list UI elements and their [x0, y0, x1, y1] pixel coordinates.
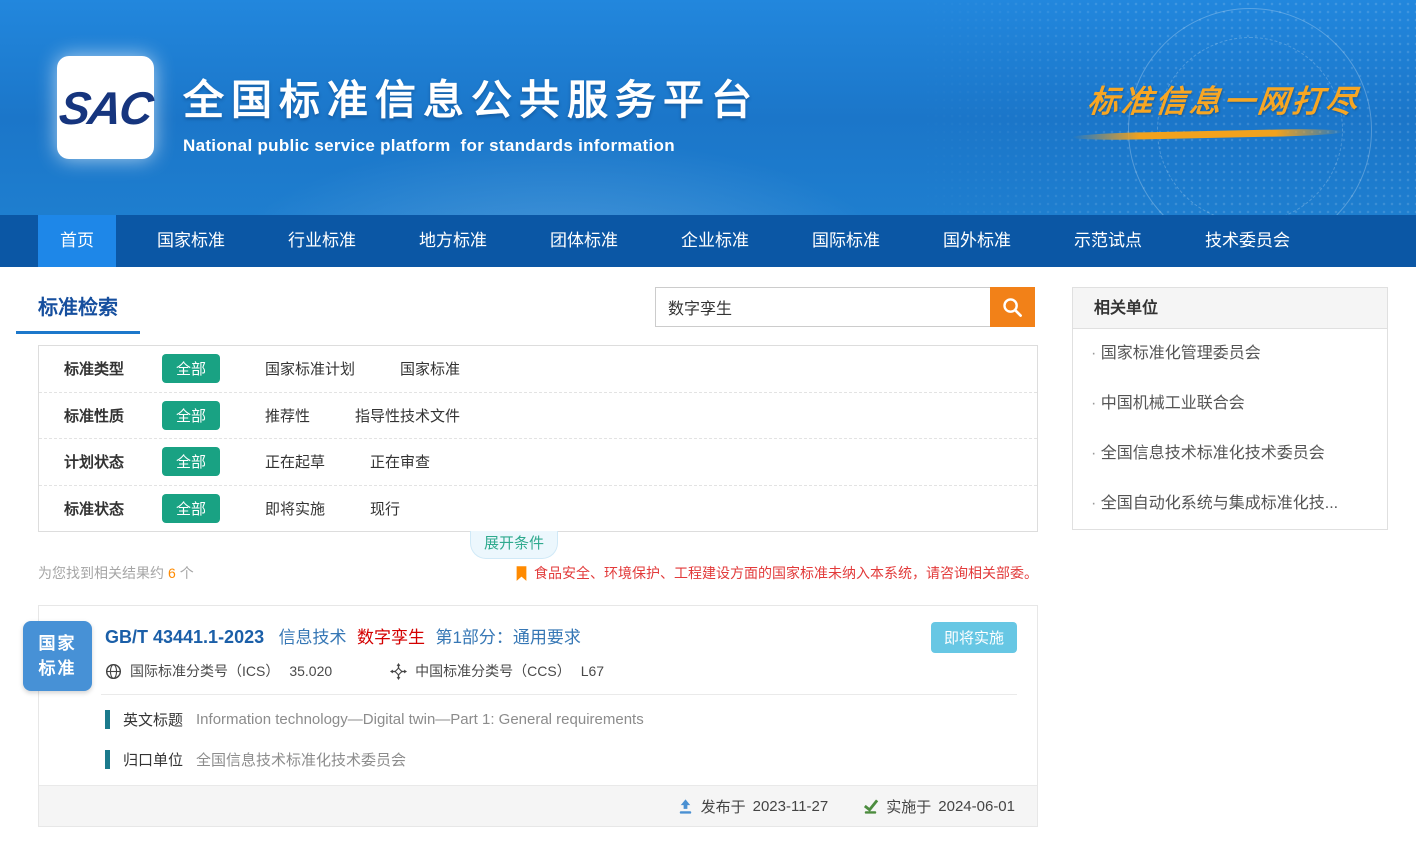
ccs-value: L67 [581, 663, 604, 679]
results-count-number: 6 [168, 565, 176, 581]
search-bar [655, 287, 1035, 327]
standard-title-part1[interactable]: 信息技术 [279, 628, 347, 647]
english-title-label: 英文标题 [123, 709, 183, 730]
result-card: 国家 标准 GB/T 43441.1-2023 信息技术 数字孪生 第1部分：通… [38, 605, 1038, 827]
filter-all-button[interactable]: 全部 [162, 354, 220, 383]
filter-all-button[interactable]: 全部 [162, 401, 220, 430]
standard-title-highlight[interactable]: 数字孪生 [357, 628, 425, 647]
filter-row-standard-status: 标准状态 全部 即将实施 现行 [39, 485, 1037, 532]
ics-value: 35.020 [289, 663, 332, 679]
nav-item-group-standards[interactable]: 团体标准 [528, 215, 640, 267]
published-label: 发布于 [701, 796, 746, 817]
implemented-date: 2024-06-01 [938, 798, 1015, 815]
notice-text: 食品安全、环境保护、工程建设方面的国家标准未纳入本系统，请咨询相关部委。 [534, 563, 1038, 583]
published-date-item: 发布于 2023-11-27 [677, 796, 829, 817]
filter-all-button[interactable]: 全部 [162, 447, 220, 476]
site-title-block: 全国标准信息公共服务平台 National public service pla… [183, 66, 759, 156]
bookmark-icon [515, 565, 528, 582]
related-units-panel: 相关单位 国家标准化管理委员会 中国机械工业联合会 全国信息技术标准化技术委员会… [1072, 287, 1388, 530]
published-date: 2023-11-27 [753, 798, 829, 815]
nav-item-home[interactable]: 首页 [38, 215, 116, 267]
search-input[interactable] [655, 287, 990, 327]
filter-label: 计划状态 [64, 451, 162, 472]
sidebar-item-sac[interactable]: 国家标准化管理委员会 [1073, 329, 1387, 379]
nav-item-national-standards[interactable]: 国家标准 [135, 215, 247, 267]
standard-title-part2[interactable]: 第1部分：通用要求 [435, 628, 580, 647]
card-footer: 发布于 2023-11-27 实施于 2024-06-01 [39, 785, 1037, 826]
ics-classification: 国际标准分类号（ICS） 35.020 [105, 661, 332, 681]
page-title-standard-search[interactable]: 标准检索 [16, 291, 140, 334]
site-subtitle: National public service platform for sta… [183, 136, 759, 156]
upload-icon [677, 798, 694, 815]
sidebar-item-automation-standardization-committee[interactable]: 全国自动化系统与集成标准化技... [1073, 479, 1387, 529]
implemented-date-item: 实施于 2024-06-01 [862, 796, 1015, 817]
standard-type-badge-line2: 标准 [39, 656, 77, 681]
sidebar-item-it-standardization-committee[interactable]: 全国信息技术标准化技术委员会 [1073, 429, 1387, 479]
filter-all-button[interactable]: 全部 [162, 494, 220, 523]
sac-logo[interactable]: SAC [57, 56, 154, 159]
related-units-title: 相关单位 [1073, 288, 1387, 329]
classification-row: 国际标准分类号（ICS） 35.020 中国标准分类号（CCS） L67 [105, 661, 1017, 681]
standard-type-badge-line1: 国家 [39, 631, 77, 656]
filter-label: 标准性质 [64, 405, 162, 426]
status-badge: 即将实施 [931, 622, 1017, 653]
search-icon [1002, 297, 1023, 318]
search-button[interactable] [990, 287, 1035, 327]
check-icon [862, 798, 879, 815]
globe-icon [105, 663, 122, 680]
filter-option[interactable]: 即将实施 [265, 498, 325, 519]
implemented-label: 实施于 [886, 796, 931, 817]
ccs-label: 中国标准分类号（CCS） [415, 661, 571, 681]
filter-row-standard-type: 标准类型 全部 国家标准计划 国家标准 [39, 346, 1037, 392]
main-content: 标准检索 标准类型 全部 国家标准计划 国家标准 标准性质 全部 推荐性 [0, 267, 1416, 845]
filter-option[interactable]: 国家标准计划 [265, 358, 355, 379]
header-slogan: 标准信息一网打尽 [1088, 76, 1360, 138]
compass-icon [390, 663, 407, 680]
filter-option[interactable]: 正在起草 [265, 451, 325, 472]
filter-option[interactable]: 现行 [370, 498, 400, 519]
standard-code-link[interactable]: GB/T 43441.1-2023 [105, 627, 264, 647]
filter-option[interactable]: 正在审查 [370, 451, 430, 472]
expand-conditions-button[interactable]: 展开条件 [470, 531, 558, 559]
sidebar-item-machinery-federation[interactable]: 中国机械工业联合会 [1073, 379, 1387, 429]
results-count: 为您找到相关结果约6个 [38, 563, 194, 583]
nav-item-technical-committees[interactable]: 技术委员会 [1183, 215, 1312, 267]
filter-label: 标准类型 [64, 358, 162, 379]
nav-item-international-standards[interactable]: 国际标准 [790, 215, 902, 267]
filter-row-plan-status: 计划状态 全部 正在起草 正在审查 [39, 438, 1037, 485]
standard-type-badge: 国家 标准 [23, 621, 92, 691]
ccs-classification: 中国标准分类号（CCS） L67 [390, 661, 604, 681]
detail-bar [105, 710, 110, 729]
main-nav: 首页 国家标准 行业标准 地方标准 团体标准 企业标准 国际标准 国外标准 示范… [0, 215, 1416, 267]
nav-item-foreign-standards[interactable]: 国外标准 [921, 215, 1033, 267]
nav-item-local-standards[interactable]: 地方标准 [397, 215, 509, 267]
sac-logo-text: SAC [56, 81, 155, 135]
result-title-row: GB/T 43441.1-2023 信息技术 数字孪生 第1部分：通用要求 [39, 606, 1037, 648]
card-divider [101, 694, 1017, 695]
detail-bar [105, 750, 110, 769]
system-notice: 食品安全、环境保护、工程建设方面的国家标准未纳入本系统，请咨询相关部委。 [515, 563, 1038, 583]
filter-option[interactable]: 指导性技术文件 [355, 405, 460, 426]
page: SAC 全国标准信息公共服务平台 National public service… [0, 0, 1416, 845]
english-title-row: 英文标题 Information technology—Digital twin… [105, 709, 1017, 730]
filter-label: 标准状态 [64, 498, 162, 519]
centralized-unit-row: 归口单位 全国信息技术标准化技术委员会 [105, 749, 1017, 770]
filter-panel: 标准类型 全部 国家标准计划 国家标准 标准性质 全部 推荐性 指导性技术文件 … [38, 345, 1038, 532]
results-count-suffix: 个 [180, 565, 194, 581]
ics-label: 国际标准分类号（ICS） [130, 661, 279, 681]
results-meta: 为您找到相关结果约6个 食品安全、环境保护、工程建设方面的国家标准未纳入本系统，… [38, 563, 1038, 583]
slogan-text: 标准信息一网打尽 [1086, 76, 1363, 121]
english-title-value: Information technology—Digital twin—Part… [196, 711, 644, 728]
filter-option[interactable]: 推荐性 [265, 405, 310, 426]
site-header: SAC 全国标准信息公共服务平台 National public service… [0, 0, 1416, 215]
centralized-unit-label: 归口单位 [123, 749, 183, 770]
site-title: 全国标准信息公共服务平台 [183, 66, 759, 126]
filter-row-standard-nature: 标准性质 全部 推荐性 指导性技术文件 [39, 392, 1037, 439]
centralized-unit-value: 全国信息技术标准化技术委员会 [196, 749, 406, 770]
filter-option[interactable]: 国家标准 [400, 358, 460, 379]
nav-item-pilot-demonstration[interactable]: 示范试点 [1052, 215, 1164, 267]
nav-item-industry-standards[interactable]: 行业标准 [266, 215, 378, 267]
results-count-prefix: 为您找到相关结果约 [38, 565, 164, 581]
nav-item-enterprise-standards[interactable]: 企业标准 [659, 215, 771, 267]
